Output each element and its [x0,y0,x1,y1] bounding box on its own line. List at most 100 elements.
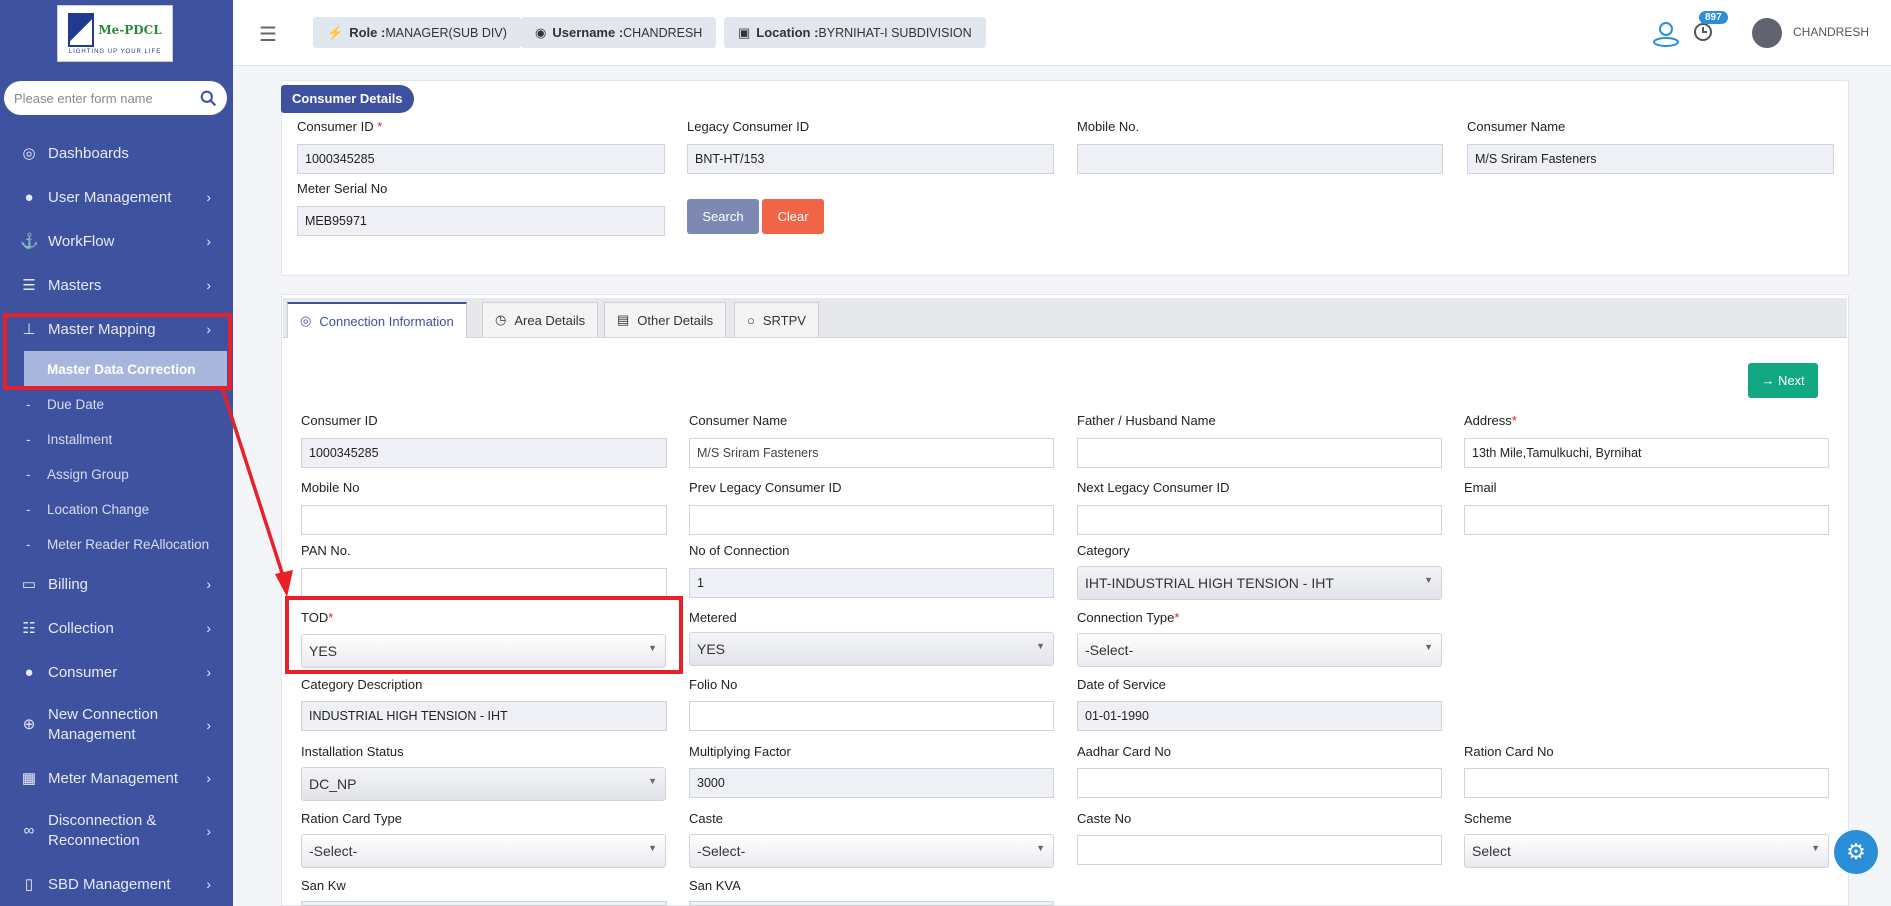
form-consumer-id[interactable]: 1000345285 [301,438,667,468]
chevron-right-icon: › [206,277,211,293]
logo: Me-PDCL LIGHTING UP YOUR LIFE [57,5,173,62]
anchor-icon: ⚓ [20,233,39,250]
clock-icon[interactable] [1692,21,1714,43]
form-connection-type-select[interactable]: -Select- ▼ [1077,633,1442,667]
location-pill: ▣ Location : BYRNIHAT-I SUBDIVISION [724,17,986,48]
form-aadhar-no[interactable] [1077,768,1442,798]
sidebar-item-billing[interactable]: ▭ Billing › [0,562,233,606]
form-next-legacy-id[interactable] [1077,505,1442,535]
sidebar-item-disconnection[interactable]: ∞ Disconnection & Reconnection › [0,800,233,862]
avatar[interactable] [1752,18,1782,48]
dropdown-arrow-icon: ▼ [648,843,657,853]
grid-icon: ▦ [21,770,37,787]
dropdown-arrow-icon: ▼ [1036,641,1045,651]
legacy-consumer-id-field[interactable]: BNT-HT/153 [687,144,1054,174]
consumer-name-field[interactable]: M/S Sriram Fasteners [1467,144,1834,174]
form-scheme-select[interactable]: Select ▼ [1464,834,1829,868]
tab-other-details[interactable]: ▤ Other Details [604,302,727,337]
form-caste-select[interactable]: -Select- ▼ [689,834,1054,868]
sidebar-subitem-installment[interactable]: - Installment [0,422,233,457]
form-address[interactable]: 13th Mile,Tamulkuchi, Byrnihat [1464,438,1829,468]
chevron-right-icon: › [206,620,211,636]
dropdown-arrow-icon: ▼ [648,776,657,786]
sidebar-item-consumer[interactable]: ● Consumer › [0,650,233,694]
highlight-tod [285,596,683,674]
sidebar-item-collection[interactable]: ☷ Collection › [0,606,233,650]
chevron-right-icon: › [206,664,211,680]
form-san-kva[interactable] [689,901,1054,906]
chevron-right-icon: › [206,576,211,592]
sidebar-subitem-assign-group[interactable]: - Assign Group [0,457,233,492]
meter-serial-field[interactable]: MEB95971 [297,206,665,236]
mobile-no-field[interactable] [1077,144,1443,174]
form-mobile[interactable] [301,505,667,535]
sidebar-subitem-location-change[interactable]: - Location Change [0,492,233,527]
chevron-right-icon: › [206,770,211,786]
role-pill: ⚡ Role : MANAGER(SUB DIV) [313,17,521,48]
list-icon: ☰ [22,277,36,294]
tab-area-details[interactable]: ◷ Area Details [482,302,599,337]
next-button[interactable]: → Next [1748,363,1818,398]
form-installation-status-select[interactable]: DC_NP ▼ [301,767,666,801]
sidebar-item-masters[interactable]: ☰ Masters › [0,263,233,307]
user-name[interactable]: CHANDRESH [1793,25,1869,39]
clock-icon: ◷ [495,312,507,327]
form-ration-card-type-select[interactable]: -Select- ▼ [301,834,666,868]
tab-connection-information[interactable]: ◎ Connection Information [287,302,467,338]
sidebar-item-workflow[interactable]: ⚓ WorkFlow › [0,219,233,263]
form-multiplying-factor[interactable]: 3000 [689,768,1054,798]
sidebar-search [4,81,227,115]
consumer-id-field[interactable]: 1000345285 [297,144,665,174]
plus-circle-icon: ⊕ [22,716,36,733]
consumer-details-title: Consumer Details [281,85,414,113]
target-icon: ◎ [300,313,312,328]
form-date-of-service[interactable]: 01-01-1990 [1077,701,1442,731]
consumer-details-card [281,80,1849,276]
form-father-name[interactable] [1077,438,1442,468]
dropdown-arrow-icon: ▼ [1811,843,1820,853]
device-icon: ▯ [24,876,34,893]
logo-icon [68,12,95,47]
form-ration-card-no[interactable] [1464,768,1829,798]
sidebar: Me-PDCL LIGHTING UP YOUR LIFE ◎Dashboard… [0,0,233,906]
chevron-right-icon: › [206,233,211,249]
form-email[interactable] [1464,505,1829,535]
sidebar-nav: ◎ Dashboards ● User Management › ⚓ WorkFlow ›… [0,131,233,906]
chart-icon: ▤ [617,312,630,327]
user-icon: ● [24,188,34,206]
link-icon: ∞ [23,822,35,839]
tab-srtpv[interactable]: ○ SRTPV [734,302,819,337]
chevron-right-icon: › [206,717,211,733]
sidebar-item-new-connection[interactable]: ⊕ New Connection Management › [0,694,233,756]
checklist-icon: ☷ [22,620,36,637]
form-san-kw[interactable] [301,901,667,906]
sidebar-item-dashboards[interactable]: ◎ Dashboards [0,131,233,175]
search-icon[interactable] [200,90,217,107]
form-prev-legacy-id[interactable] [689,505,1054,535]
sidebar-item-sbd-management[interactable]: ▯ SBD Management › [0,862,233,906]
search-button[interactable]: Search [687,199,759,234]
form-folio-no[interactable] [689,701,1054,731]
sidebar-item-user-management[interactable]: ● User Management › [0,175,233,219]
form-category-select[interactable]: IHT-INDUSTRIAL HIGH TENSION - IHT ▼ [1077,566,1442,600]
sidebar-search-input[interactable] [14,90,200,106]
form-metered-select[interactable]: YES ▼ [689,632,1054,666]
dropdown-arrow-icon: ▼ [1424,642,1433,652]
menu-toggle-icon[interactable]: ☰ [259,22,277,47]
sidebar-subitem-due-date[interactable]: - Due Date [0,387,233,422]
monitor-icon: ▭ [21,576,37,593]
sidebar-item-meter-management[interactable]: ▦ Meter Management › [0,756,233,800]
highlight-master-mapping [3,313,232,390]
form-pan[interactable] [301,568,667,598]
clear-button[interactable]: Clear [762,199,824,234]
form-category-description[interactable]: INDUSTRIAL HIGH TENSION - IHT [301,701,667,731]
form-consumer-name[interactable]: M/S Sriram Fasteners [689,438,1054,468]
form-caste-no[interactable] [1077,835,1442,865]
username-pill: ◉ Username : CHANDRESH [521,17,717,48]
settings-gear-icon[interactable]: ⚙ [1834,830,1878,874]
sidebar-subitem-meter-reader-reallocation[interactable]: - Meter Reader ReAllocation [0,527,233,562]
support-icon[interactable] [1651,18,1681,48]
tab-bar: ◎ Connection Information ◷ Area Details ▤ O… [283,298,1847,338]
topbar: ☰ ⚡ Role : MANAGER(SUB DIV) ◉ Username : CHA… [233,0,1891,66]
form-no-of-connection[interactable]: 1 [689,568,1054,598]
